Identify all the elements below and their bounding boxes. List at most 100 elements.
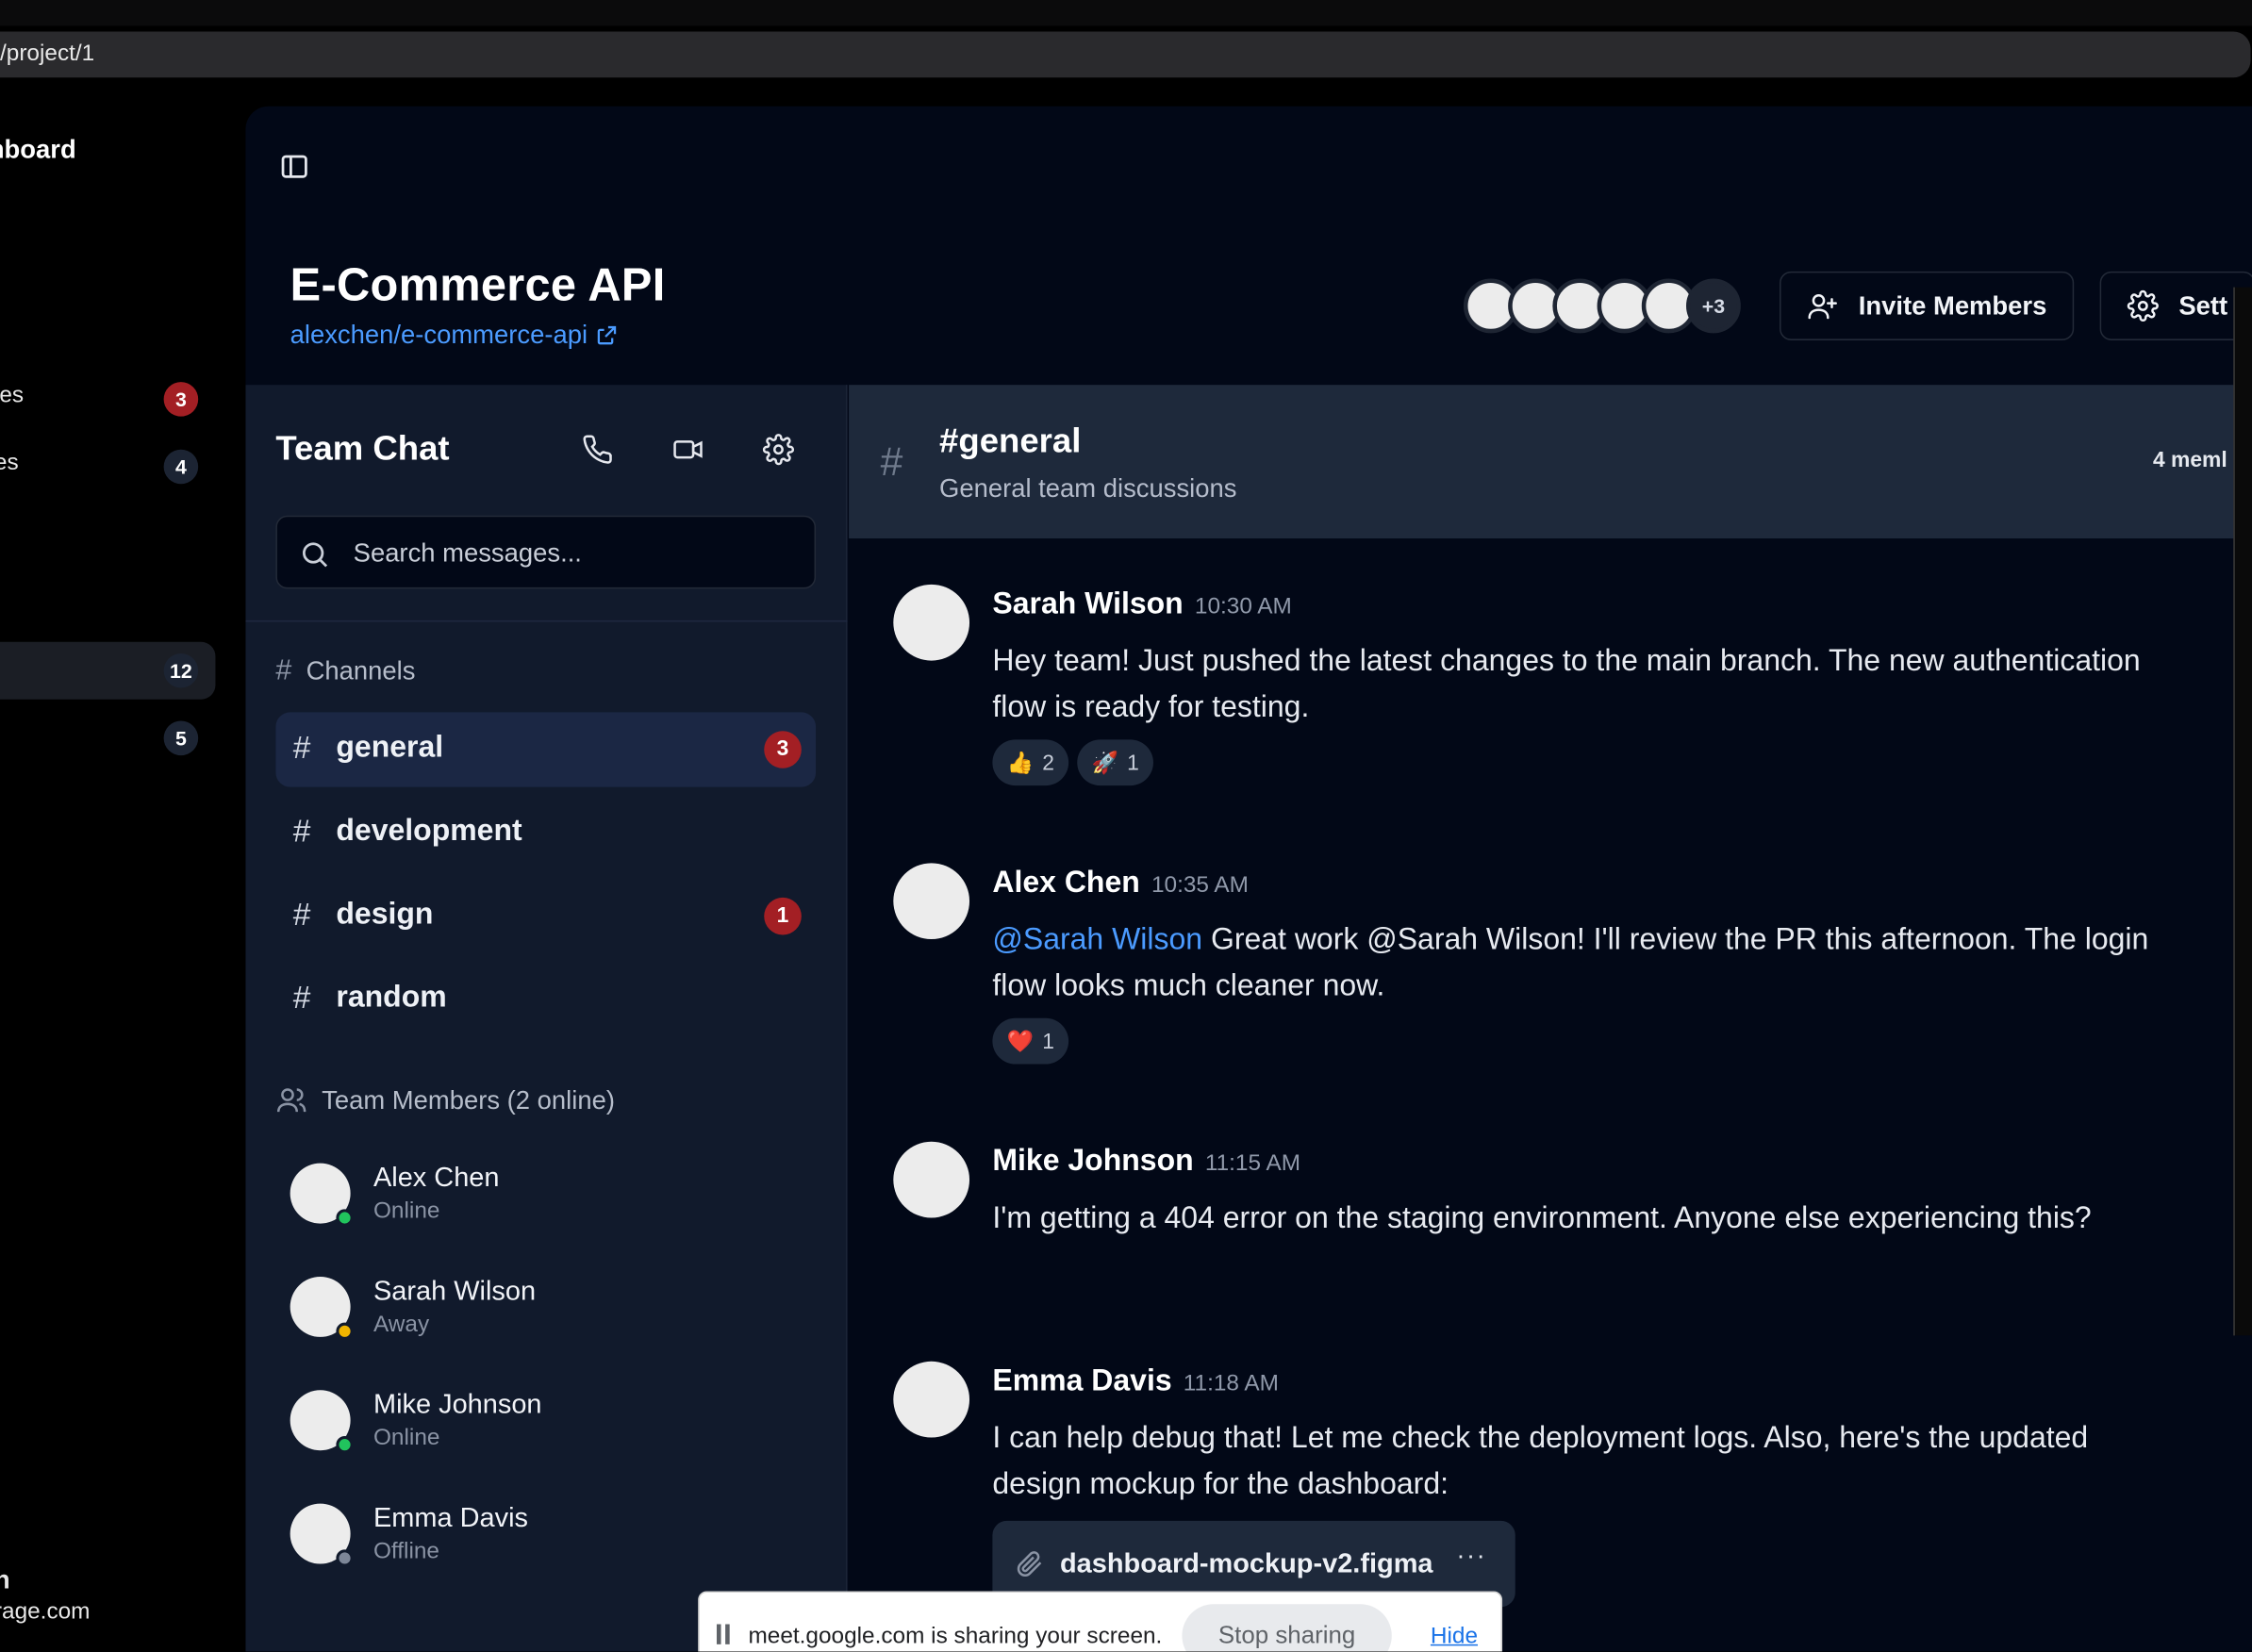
nav-item-2[interactable]: es 4	[0, 438, 215, 496]
reaction-chip[interactable]: 👍 2	[992, 739, 1069, 786]
message-time: 10:30 AM	[1194, 594, 1292, 620]
channel-title: #general	[939, 421, 1082, 461]
hash-icon: #	[292, 813, 311, 850]
screen-share-bar: meet.google.com is sharing your screen. …	[698, 1591, 1503, 1652]
avatar	[893, 1141, 970, 1218]
invite-members-button[interactable]: Invite Members	[1779, 271, 2075, 340]
app-viewport: /project/1 hboard ies 3 es 4 12 5 n rage…	[0, 0, 2252, 1652]
message-author[interactable]: Mike Johnson	[992, 1145, 1193, 1178]
member-item[interactable]: Alex Chen Online	[290, 1161, 807, 1232]
hash-icon: #	[292, 896, 311, 933]
message-author[interactable]: Emma Davis	[992, 1364, 1171, 1397]
member-name: Alex Chen	[373, 1163, 500, 1194]
mention-link[interactable]: @Sarah Wilson	[992, 923, 1202, 956]
project-title: E-Commerce API	[290, 258, 666, 310]
hash-icon: #	[292, 979, 311, 1016]
nav-user-email: rage.com	[0, 1599, 91, 1625]
message-header: Mike Johnson 11:15 AM	[992, 1145, 1300, 1180]
channel-name: random	[336, 981, 447, 1015]
channel-header: # #general General team discussions 4 me…	[849, 385, 2252, 539]
message-header: Emma Davis 11:18 AM	[992, 1364, 1279, 1399]
search-icon	[302, 542, 328, 568]
heart-icon: ❤️	[1006, 1029, 1035, 1054]
member-item[interactable]: Mike Johnson Online	[290, 1387, 807, 1459]
nav-item-badge: 3	[163, 382, 199, 417]
message-text: I can help debug that! Let me check the …	[992, 1421, 2089, 1501]
left-navigation: hboard ies 3 es 4 12 5 n rage.com	[0, 89, 244, 1652]
channels-heading-label: Channels	[306, 656, 416, 686]
chat-title: Team Chat	[275, 429, 450, 469]
nav-user-name: n	[0, 1565, 10, 1595]
member-status: Offline	[373, 1539, 439, 1564]
message-text: @Sarah Wilson Great work @Sarah Wilson! …	[992, 917, 2170, 1009]
settings-button[interactable]: Sett	[2099, 271, 2252, 340]
message-author[interactable]: Alex Chen	[992, 866, 1139, 899]
members-heading: Team Members (2 online)	[275, 1084, 615, 1116]
message-time: 10:35 AM	[1151, 872, 1249, 898]
member-name: Emma Davis	[373, 1503, 528, 1534]
message-time: 11:15 AM	[1204, 1151, 1301, 1177]
rocket-icon: 🚀	[1091, 751, 1118, 776]
channel-item-random[interactable]: # random	[275, 962, 816, 1036]
stop-sharing-button[interactable]: Stop sharing	[1182, 1604, 1392, 1652]
reactions: 👍 2 🚀 1	[992, 739, 1154, 786]
sidebar-toggle-icon[interactable]	[280, 152, 308, 180]
reaction-chip[interactable]: 🚀 1	[1077, 739, 1154, 786]
member-name: Sarah Wilson	[373, 1276, 537, 1307]
channel-name: development	[336, 814, 522, 848]
reaction-count: 2	[1042, 750, 1054, 775]
unread-badge: 1	[764, 897, 802, 935]
hash-icon: #	[880, 439, 903, 485]
status-dot	[336, 1322, 354, 1340]
search-input[interactable]: Search messages...	[275, 515, 817, 589]
channel-item-general[interactable]: # general 3	[275, 712, 817, 787]
avatar	[893, 863, 970, 940]
channel-name: design	[336, 897, 434, 931]
browser-tab-strip	[0, 0, 2252, 26]
nav-item-label: es	[0, 451, 19, 476]
reaction-chip[interactable]: ❤️ 1	[992, 1017, 1069, 1065]
member-item[interactable]: Sarah Wilson Away	[290, 1274, 807, 1346]
channels-heading: # Channels	[275, 654, 415, 687]
gear-icon[interactable]	[762, 434, 795, 466]
divider	[245, 620, 848, 622]
status-dot	[336, 1436, 354, 1454]
message-header: Sarah Wilson 10:30 AM	[992, 587, 1291, 622]
channel-item-design[interactable]: # design 1	[275, 879, 816, 953]
channel-member-count[interactable]: 4 meml	[2153, 448, 2227, 472]
members-heading-label: Team Members (2 online)	[322, 1084, 615, 1115]
message-list: Sarah Wilson 10:30 AM Hey team! Just push…	[849, 538, 2252, 1652]
member-item[interactable]: Emma Davis Offline	[290, 1501, 807, 1573]
more-options-icon[interactable]: ···	[1456, 1541, 1486, 1571]
nav-title[interactable]: hboard	[0, 135, 76, 165]
address-bar[interactable]: /project/1	[0, 31, 2251, 78]
message-text: I'm getting a 404 error on the staging e…	[992, 1201, 2092, 1235]
address-bar-url: /project/1	[0, 41, 95, 67]
hide-link[interactable]: Hide	[1431, 1625, 1478, 1650]
channel-name: general	[336, 731, 444, 765]
avatar	[893, 1361, 970, 1438]
invite-members-label: Invite Members	[1858, 290, 2047, 320]
member-status: Online	[373, 1426, 440, 1451]
settings-label: Sett	[2178, 290, 2228, 320]
status-dot	[336, 1549, 354, 1567]
video-icon[interactable]	[672, 434, 704, 466]
hash-icon: #	[275, 654, 292, 686]
pause-icon[interactable]	[716, 1624, 731, 1647]
nav-item-3[interactable]: 12	[0, 641, 216, 700]
thumbs-up-icon: 👍	[1006, 751, 1035, 776]
screen-share-message: meet.google.com is sharing your screen.	[748, 1624, 1163, 1649]
reaction-count: 1	[1127, 750, 1139, 775]
hash-icon: #	[292, 729, 311, 766]
repo-link[interactable]: alexchen/e-commerce-api	[290, 321, 618, 351]
overlapping-window-edge	[2233, 287, 2252, 1336]
message-author[interactable]: Sarah Wilson	[992, 587, 1183, 620]
nav-item-4[interactable]: 5	[0, 709, 215, 767]
message-header: Alex Chen 10:35 AM	[992, 866, 1249, 900]
nav-item-badge: 12	[163, 653, 199, 688]
phone-icon[interactable]	[582, 434, 614, 466]
channel-item-development[interactable]: # development	[275, 796, 816, 870]
chat-sidebar: Team Chat Search messages... # Channels	[245, 385, 848, 1652]
member-name: Mike Johnson	[373, 1390, 542, 1421]
nav-item-1[interactable]: ies 3	[0, 371, 215, 428]
